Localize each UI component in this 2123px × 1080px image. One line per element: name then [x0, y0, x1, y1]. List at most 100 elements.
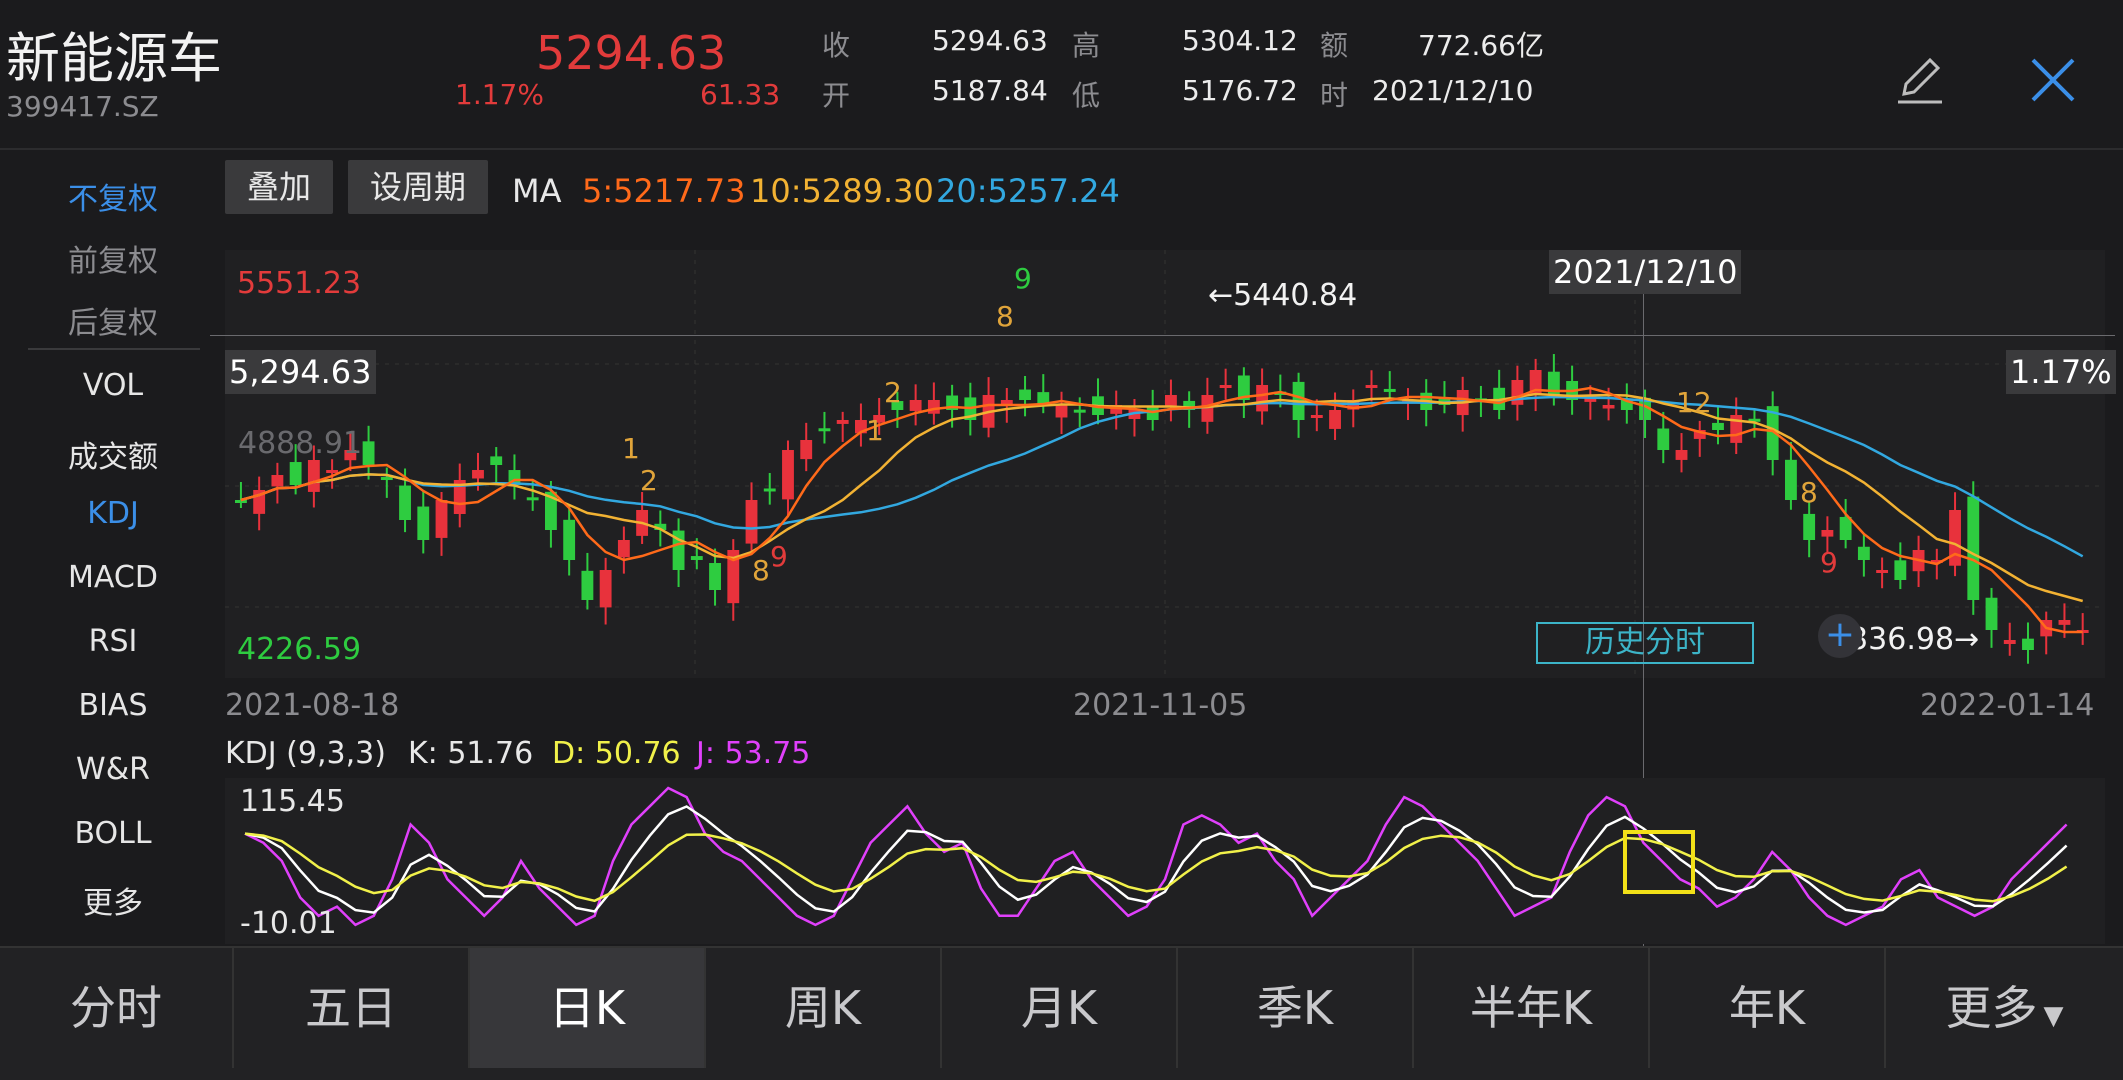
candle-body [1511, 380, 1524, 405]
candle-body [563, 519, 576, 560]
period-tab-bar: 分时 五日 日K 周K 月K 季K 半年K 年K 更多 ▼ [0, 946, 2123, 1080]
tab-more[interactable]: 更多 ▼ [1886, 948, 2123, 1068]
menu-backward-adjust[interactable]: 后复权 [28, 298, 198, 342]
tab-daily-k[interactable]: 日K [470, 948, 706, 1068]
menu-boll[interactable]: BOLL [28, 816, 198, 851]
candle-body [1165, 395, 1177, 407]
kdj-ymin: -10.01 [240, 906, 337, 941]
menu-turnover[interactable]: 成交额 [28, 432, 198, 476]
menu-more[interactable]: 更多 [28, 878, 198, 922]
td-marker: 9 [1014, 262, 1032, 295]
tab-halfyear-k[interactable]: 半年K [1414, 948, 1650, 1068]
candle-body [1073, 409, 1086, 413]
stat-high-value: 5304.12 [1182, 24, 1298, 57]
candle-body [1019, 389, 1031, 400]
stock-name: 新能源车 [6, 27, 222, 90]
close-icon[interactable] [2025, 52, 2081, 108]
kdj-ymax: 115.45 [240, 784, 345, 819]
add-crosshair-icon[interactable]: + [1818, 614, 1862, 658]
edit-icon[interactable] [1890, 50, 1950, 110]
candle-body [1821, 530, 1834, 537]
candle-body [1675, 450, 1688, 460]
ma5-line [240, 386, 2083, 634]
candle-body [1657, 428, 1670, 450]
kdj-k-line [244, 805, 2068, 914]
caret-down-icon: ▼ [2043, 1001, 2064, 1031]
menu-no-adjust[interactable]: 不复权 [28, 174, 198, 218]
candlestick-chart[interactable] [225, 250, 2105, 678]
ghost-price-label: 4888.91 [238, 426, 363, 461]
stat-close-value: 5294.63 [932, 24, 1048, 57]
candle-body [927, 400, 940, 414]
x-axis-label-end: 2022-01-14 [1920, 688, 2095, 723]
menu-kdj[interactable]: KDJ [28, 496, 198, 531]
kdj-chart[interactable] [225, 778, 2105, 944]
tab-monthly-k[interactable]: 月K [942, 948, 1178, 1068]
menu-bias[interactable]: BIAS [28, 688, 198, 723]
candle-body [380, 477, 393, 481]
candlestick-svg [225, 250, 2105, 678]
candle-body [2003, 640, 2016, 644]
candle-body [399, 485, 411, 520]
candle-body [289, 462, 302, 485]
candle-body [1803, 513, 1816, 540]
candle-body [599, 570, 612, 608]
x-axis-label-start: 2021-08-18 [225, 688, 400, 723]
tab-yearly-k[interactable]: 年K [1650, 948, 1886, 1068]
history-intraday-button[interactable]: 历史分时 [1536, 622, 1754, 664]
stat-amount-label: 额 [1320, 29, 1349, 62]
menu-rsi[interactable]: RSI [28, 624, 198, 659]
candle-body [271, 475, 284, 487]
candle-body [1219, 385, 1232, 388]
tab-intraday[interactable]: 分时 [0, 948, 234, 1068]
highlight-box [1623, 830, 1695, 894]
set-period-button[interactable]: 设周期 [348, 160, 488, 214]
menu-forward-adjust[interactable]: 前复权 [28, 236, 198, 280]
tab-weekly-k[interactable]: 周K [706, 948, 942, 1068]
candle-body [1967, 496, 1980, 600]
candle-body [581, 570, 594, 600]
candle-body [526, 497, 539, 501]
candle-body [435, 500, 448, 538]
td-marker: 9 [1820, 546, 1838, 579]
td-marker: 1 [622, 432, 640, 465]
y-max-label: 5551.23 [237, 266, 362, 301]
candle-body [1055, 405, 1068, 418]
candle-body [362, 441, 375, 465]
stat-amount-value: 772.66亿 [1418, 29, 1544, 62]
candle-body [818, 428, 831, 432]
candle-body [1785, 459, 1797, 500]
current-price-tag: 5,294.63 [225, 350, 376, 394]
stat-low-label: 低 [1072, 79, 1101, 112]
td-marker: 2 [640, 464, 658, 497]
y-min-label: 4226.59 [237, 632, 362, 667]
menu-macd[interactable]: MACD [28, 560, 198, 595]
change-pct-tag: 1.17% [2006, 350, 2116, 394]
change-value: 61.33 [700, 78, 781, 111]
candle-body [1857, 546, 1870, 560]
candle-body [1839, 516, 1852, 540]
candle-body [326, 470, 339, 473]
candle-body [235, 500, 247, 503]
td-marker: 9 [770, 540, 788, 573]
td-marker: 1 [866, 414, 884, 447]
candle-body [307, 460, 320, 492]
candle-body [417, 506, 430, 540]
kdj-j-value: J: 53.75 [696, 736, 811, 771]
kdj-d-value: D: 50.76 [552, 736, 681, 771]
overlay-button[interactable]: 叠加 [225, 160, 333, 214]
stat-time-label: 时 [1320, 79, 1349, 112]
kdj-svg [244, 786, 2068, 927]
candle-body [1602, 405, 1615, 409]
ma20-value: 20:5257.24 [936, 172, 1120, 210]
candle-body [1329, 410, 1341, 429]
tab-five-day[interactable]: 五日 [234, 948, 470, 1068]
candle-body [1383, 388, 1396, 392]
candle-body [800, 440, 813, 460]
menu-vol[interactable]: VOL [28, 368, 198, 403]
kdj-label: KDJ (9,3,3) [225, 736, 386, 771]
tab-more-label: 更多 [1945, 981, 2038, 1035]
stat-low-value: 5176.72 [1182, 74, 1298, 107]
tab-quarterly-k[interactable]: 季K [1178, 948, 1414, 1068]
menu-wr[interactable]: W&R [28, 752, 198, 787]
